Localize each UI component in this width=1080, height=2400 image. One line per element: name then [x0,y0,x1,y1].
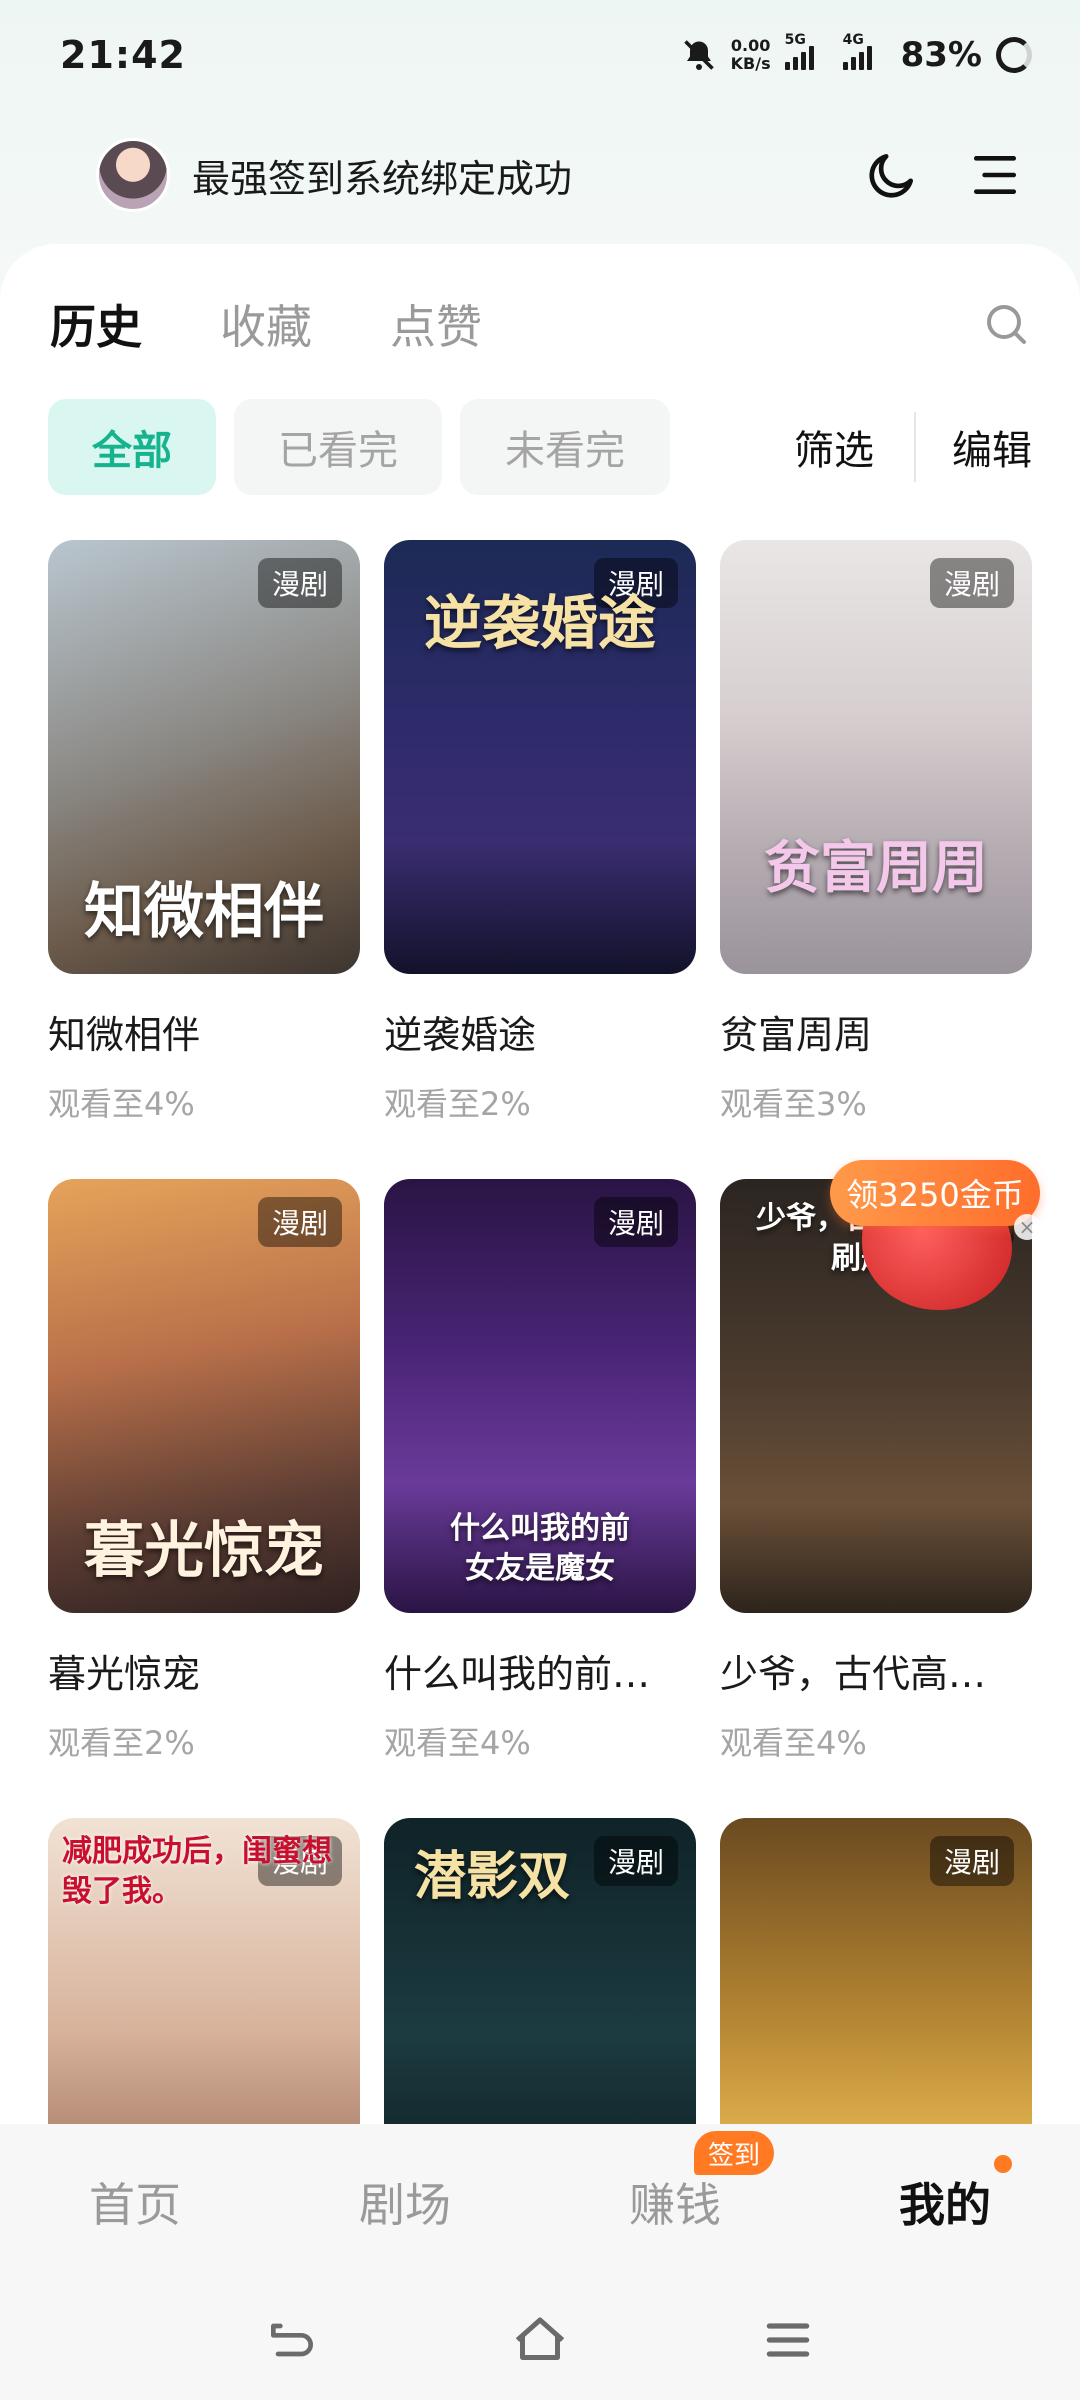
cover-art-title: 什么叫我的前女友是魔女 [450,1511,630,1586]
cover-art-title: 逆袭婚途 [423,589,656,657]
profile-header: 最强签到系统绑定成功 [0,120,1080,230]
net-speed: 0.00 KB/s [730,36,771,73]
tab-likes[interactable]: 点赞 [390,291,482,357]
drama-card[interactable]: 漫剧 逆袭婚途 逆袭婚途 观看至2% [384,540,696,1125]
tabs-row: 历史 收藏 点赞 [0,284,1080,364]
status-bar: 21:42 0.00 KB/s 5G 4G 83% [0,0,1080,110]
drama-progress: 观看至2% [384,1085,531,1123]
cover-art-title: 知微相伴 [84,877,324,947]
drama-tag: 漫剧 [929,558,1014,608]
drama-progress: 观看至3% [720,1085,867,1123]
tab-history[interactable]: 历史 [50,291,142,357]
bottom-nav: 首页 剧场 赚钱 签到 我的 [0,2124,1080,2280]
mute-bell-icon [683,40,714,70]
drama-title[interactable]: 少爷，古代高… [720,1643,1032,1698]
filter-chip-all[interactable]: 全部 [48,399,216,495]
drama-title[interactable]: 贫富周周 [720,1004,1032,1059]
filter-chip-watched[interactable]: 已看完 [234,399,442,495]
close-icon[interactable]: × [1014,1214,1040,1240]
menu-icon[interactable] [970,150,1020,200]
drama-tag: 漫剧 [257,1197,342,1247]
checkin-badge: 签到 [694,2131,775,2175]
filter-chip-unwatched[interactable]: 未看完 [460,399,670,495]
drama-title[interactable]: 知微相伴 [48,1004,360,1059]
recent-apps-icon[interactable] [760,2312,816,2368]
drama-progress: 观看至4% [384,1724,531,1762]
status-time: 21:42 [60,33,186,77]
drama-cover[interactable]: 漫剧 贫富周周 [720,540,1032,974]
drama-progress: 观看至4% [48,1085,195,1123]
drama-card[interactable]: 漫剧 知微相伴 知微相伴 观看至4% [48,540,360,1125]
battery-icon [996,37,1032,73]
nav-label: 首页 [89,2178,181,2232]
cover-art-title: 暮光惊宠 [84,1516,324,1586]
system-nav-bar [0,2280,1080,2400]
drama-card[interactable]: 漫剧 贫富周周 贫富周周 观看至3% [720,540,1032,1125]
history-grid: 漫剧 知微相伴 知微相伴 观看至4% 漫剧 逆袭婚途 逆袭婚途 观看至2% 漫剧… [48,540,1038,2282]
notification-dot [994,2155,1012,2173]
moon-icon[interactable] [864,147,920,203]
signal-5g-icon: 5G [784,32,829,70]
drama-cover[interactable]: 漫剧 暮光惊宠 [48,1179,360,1613]
filter-button[interactable]: 筛选 [794,418,874,476]
home-icon[interactable] [510,2310,570,2370]
nav-earn[interactable]: 赚钱 签到 [540,2131,810,2235]
cover-art-title: 潜影双 [414,1846,571,1907]
drama-title[interactable]: 逆袭婚途 [384,1004,696,1059]
back-icon[interactable] [264,2312,320,2368]
nav-theater[interactable]: 剧场 [270,2169,540,2235]
cover-art-title: 减肥成功后，闺蜜想毁了我。 [62,1834,332,1909]
tab-favorites[interactable]: 收藏 [220,291,312,357]
drama-card[interactable]: 漫剧 什么叫我的前女友是魔女 什么叫我的前… 观看至4% [384,1179,696,1764]
nav-label: 赚钱 [629,2178,721,2232]
status-icons: 0.00 KB/s 5G 4G 83% [681,32,1032,75]
avatar[interactable] [96,138,170,212]
edit-button[interactable]: 编辑 [952,418,1032,476]
drama-title[interactable]: 暮光惊宠 [48,1643,360,1698]
user-name[interactable]: 最强签到系统绑定成功 [192,148,864,203]
nav-label: 我的 [899,2178,991,2232]
drama-progress: 观看至2% [48,1724,195,1762]
drama-card[interactable]: 漫剧 暮光惊宠 暮光惊宠 观看至2% [48,1179,360,1764]
signal-4g-icon: 4G [842,32,887,70]
drama-tag: 漫剧 [257,558,342,608]
drama-tag: 漫剧 [929,1836,1014,1886]
drama-cover[interactable]: 漫剧 什么叫我的前女友是魔女 [384,1179,696,1613]
drama-cover[interactable]: 漫剧 逆袭婚途 [384,540,696,974]
cover-art-title: 贫富周周 [764,835,988,901]
drama-title[interactable]: 什么叫我的前… [384,1643,696,1698]
battery-percent: 83% [900,35,982,75]
nav-label: 剧场 [359,2178,451,2232]
search-icon[interactable] [982,300,1030,348]
filter-row: 全部 已看完 未看完 筛选 编辑 [48,399,1032,495]
coin-reward-button[interactable]: 领3250金币 [830,1160,1040,1226]
drama-cover[interactable]: 漫剧 知微相伴 [48,540,360,974]
nav-mine[interactable]: 我的 [810,2155,1080,2235]
divider [914,412,916,482]
drama-tag: 漫剧 [593,1197,678,1247]
drama-progress: 观看至4% [720,1724,867,1762]
nav-home[interactable]: 首页 [0,2169,270,2235]
